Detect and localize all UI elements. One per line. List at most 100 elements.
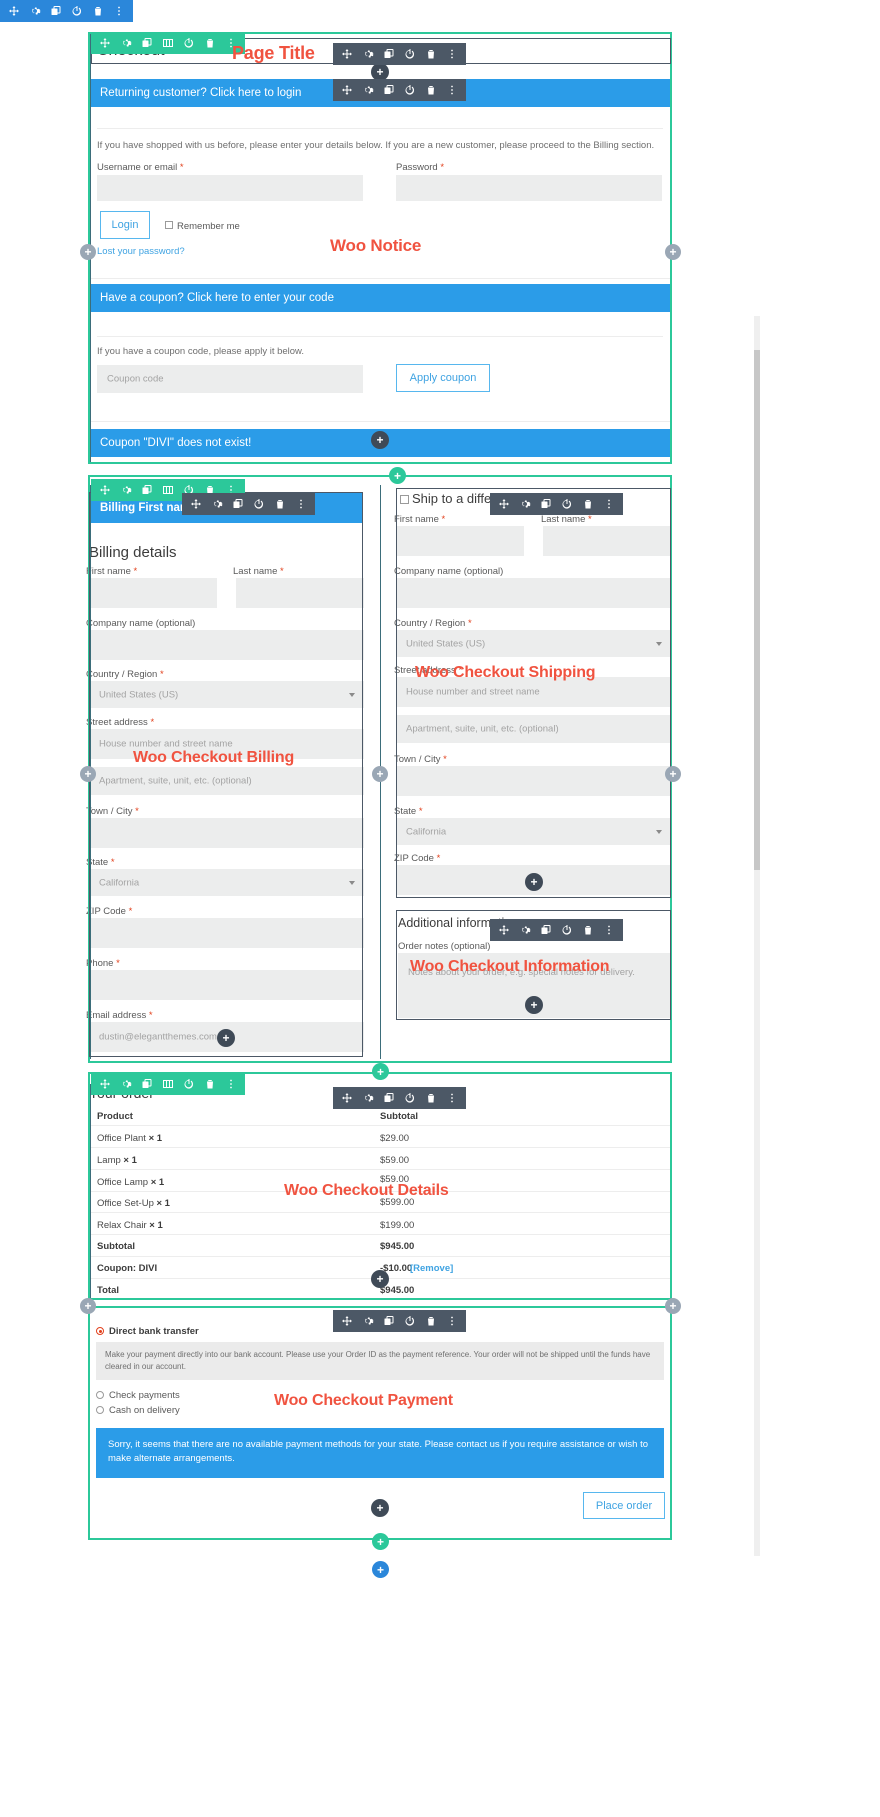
duplicate-icon[interactable]	[50, 5, 62, 17]
power-icon[interactable]	[183, 37, 195, 49]
duplicate-icon[interactable]	[383, 1315, 395, 1327]
woo-checkout-payment-toolbar[interactable]	[333, 1310, 466, 1332]
duplicate-icon[interactable]	[141, 484, 153, 496]
trash-icon[interactable]	[582, 498, 594, 510]
trash-icon[interactable]	[92, 5, 104, 17]
add-module-button[interactable]: +	[217, 1029, 235, 1047]
trash-icon[interactable]	[274, 498, 286, 510]
woo-checkout-shipping-toolbar[interactable]	[490, 493, 623, 515]
move-icon[interactable]	[341, 1092, 353, 1104]
add-module-button[interactable]: +	[525, 996, 543, 1014]
more-options-icon[interactable]	[446, 1315, 458, 1327]
add-module-left-button[interactable]: +	[80, 766, 96, 782]
add-module-right-button[interactable]: +	[665, 766, 681, 782]
duplicate-icon[interactable]	[232, 498, 244, 510]
move-icon[interactable]	[190, 498, 202, 510]
add-row-button[interactable]: +	[372, 1533, 389, 1550]
woo-notice-module-toolbar[interactable]	[333, 79, 466, 101]
woo-checkout-details-toolbar[interactable]	[333, 1087, 466, 1109]
add-section-button[interactable]: +	[372, 1561, 389, 1578]
duplicate-icon[interactable]	[383, 84, 395, 96]
move-icon[interactable]	[99, 1078, 111, 1090]
more-options-icon[interactable]	[113, 5, 125, 17]
duplicate-icon[interactable]	[141, 1078, 153, 1090]
add-module-button[interactable]: +	[371, 1499, 389, 1517]
trash-icon[interactable]	[425, 48, 437, 60]
add-row-button[interactable]: +	[389, 467, 406, 484]
gear-icon[interactable]	[362, 1092, 374, 1104]
move-icon[interactable]	[99, 37, 111, 49]
trash-icon[interactable]	[204, 37, 216, 49]
page-settings-toolbar[interactable]	[0, 0, 133, 22]
row-3-left-guide	[90, 1084, 91, 1298]
duplicate-icon[interactable]	[383, 1092, 395, 1104]
add-module-button[interactable]: +	[525, 873, 543, 891]
more-options-icon[interactable]	[603, 924, 615, 936]
move-icon[interactable]	[498, 498, 510, 510]
gear-icon[interactable]	[120, 37, 132, 49]
trash-icon[interactable]	[204, 1078, 216, 1090]
add-module-mid-button[interactable]: +	[372, 766, 388, 782]
columns-icon[interactable]	[162, 1078, 174, 1090]
power-icon[interactable]	[561, 498, 573, 510]
more-options-icon[interactable]	[603, 498, 615, 510]
move-icon[interactable]	[99, 484, 111, 496]
trash-icon[interactable]	[425, 1315, 437, 1327]
columns-icon[interactable]	[162, 484, 174, 496]
woo-checkout-information-module-label: Woo Checkout Information	[410, 958, 610, 975]
add-module-left-button[interactable]: +	[80, 1298, 96, 1314]
woo-notice-module-label: Woo Notice	[330, 236, 422, 255]
gear-icon[interactable]	[362, 1315, 374, 1327]
page-title-module-toolbar[interactable]	[333, 43, 466, 65]
add-module-button[interactable]: +	[371, 1270, 389, 1288]
woo-checkout-payment-module-label: Woo Checkout Payment	[274, 1392, 453, 1409]
duplicate-icon[interactable]	[540, 924, 552, 936]
gear-icon[interactable]	[120, 484, 132, 496]
more-options-icon[interactable]	[446, 48, 458, 60]
gear-icon[interactable]	[519, 498, 531, 510]
power-icon[interactable]	[404, 1092, 416, 1104]
woo-checkout-billing-toolbar[interactable]	[182, 493, 315, 515]
more-options-icon[interactable]	[446, 1092, 458, 1104]
woo-checkout-billing-module-label: Woo Checkout Billing	[133, 749, 295, 766]
add-module-left-button[interactable]: +	[80, 244, 96, 260]
gear-icon[interactable]	[362, 84, 374, 96]
row-3-toolbar[interactable]	[91, 1073, 245, 1095]
power-icon[interactable]	[71, 5, 83, 17]
more-options-icon[interactable]	[446, 84, 458, 96]
gear-icon[interactable]	[120, 1078, 132, 1090]
power-icon[interactable]	[404, 1315, 416, 1327]
trash-icon[interactable]	[425, 84, 437, 96]
add-module-right-button[interactable]: +	[665, 1298, 681, 1314]
power-icon[interactable]	[404, 84, 416, 96]
power-icon[interactable]	[183, 1078, 195, 1090]
power-icon[interactable]	[561, 924, 573, 936]
add-row-button[interactable]: +	[372, 1063, 389, 1080]
gear-icon[interactable]	[29, 5, 41, 17]
page-title-module-label: Page Title	[232, 43, 315, 63]
power-icon[interactable]	[253, 498, 265, 510]
move-icon[interactable]	[498, 924, 510, 936]
move-icon[interactable]	[341, 1315, 353, 1327]
move-icon[interactable]	[8, 5, 20, 17]
row-1-toolbar[interactable]	[91, 32, 245, 54]
add-module-right-button[interactable]: +	[665, 244, 681, 260]
more-options-icon[interactable]	[225, 1078, 237, 1090]
trash-icon[interactable]	[582, 924, 594, 936]
power-icon[interactable]	[404, 48, 416, 60]
add-module-button[interactable]: +	[371, 431, 389, 449]
gear-icon[interactable]	[211, 498, 223, 510]
duplicate-icon[interactable]	[540, 498, 552, 510]
trash-icon[interactable]	[425, 1092, 437, 1104]
scrollbar-thumb[interactable]	[754, 350, 760, 870]
woo-checkout-billing-module-outline	[89, 492, 363, 1057]
woo-checkout-information-toolbar[interactable]	[490, 919, 623, 941]
duplicate-icon[interactable]	[141, 37, 153, 49]
columns-icon[interactable]	[162, 37, 174, 49]
gear-icon[interactable]	[519, 924, 531, 936]
more-options-icon[interactable]	[295, 498, 307, 510]
move-icon[interactable]	[341, 48, 353, 60]
move-icon[interactable]	[341, 84, 353, 96]
gear-icon[interactable]	[362, 48, 374, 60]
duplicate-icon[interactable]	[383, 48, 395, 60]
